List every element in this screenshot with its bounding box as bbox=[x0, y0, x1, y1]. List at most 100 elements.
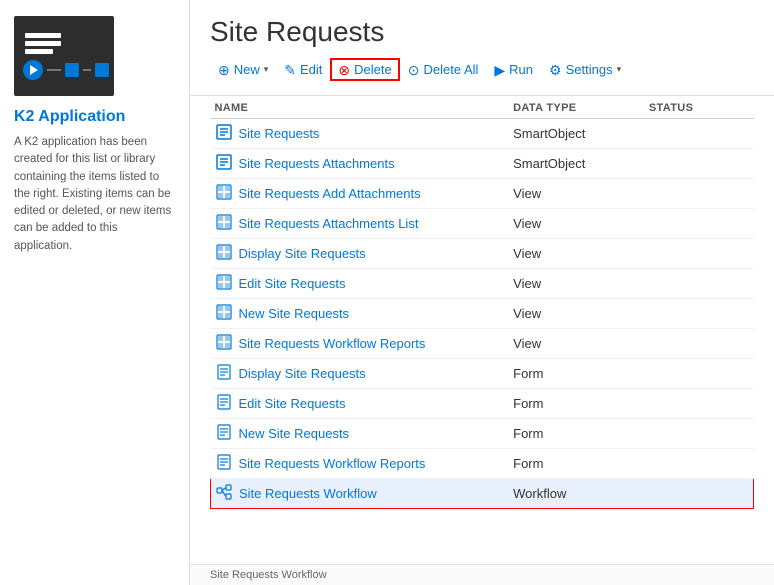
footer-text: Site Requests Workflow bbox=[210, 569, 327, 581]
table-row[interactable]: Site Requests Workflow Reports Form bbox=[211, 449, 754, 479]
table-row[interactable]: Display Site Requests View bbox=[211, 239, 754, 269]
table-cell-status bbox=[645, 239, 754, 269]
row-name-label: Display Site Requests bbox=[239, 366, 366, 381]
table-cell-type: View bbox=[509, 299, 645, 329]
row-name-label: Edit Site Requests bbox=[239, 396, 346, 411]
app-logo bbox=[14, 16, 114, 96]
delete-all-label: Delete All bbox=[423, 62, 478, 77]
new-label: New bbox=[234, 62, 260, 77]
toolbar: ⊕ New ▾ ✎ Edit ⊗ Delete ⊙ Delete All bbox=[210, 58, 754, 87]
table-row[interactable]: Edit Site Requests Form bbox=[211, 389, 754, 419]
run-label: Run bbox=[509, 62, 533, 77]
table-cell-type: SmartObject bbox=[509, 149, 645, 179]
form-icon bbox=[215, 394, 233, 413]
new-button[interactable]: ⊕ New ▾ bbox=[210, 58, 276, 81]
page-header: Site Requests ⊕ New ▾ ✎ Edit ⊗ Delete ⊙ bbox=[190, 0, 774, 96]
settings-button[interactable]: ⚙ Settings ▾ bbox=[541, 58, 629, 81]
col-header-type: DATA TYPE bbox=[509, 96, 645, 119]
edit-icon: ✎ bbox=[284, 63, 296, 77]
table-cell-status bbox=[645, 389, 754, 419]
delete-all-icon: ⊙ bbox=[408, 63, 420, 77]
table-row[interactable]: Site Requests Attachments ListView bbox=[211, 209, 754, 239]
workflow-icon bbox=[215, 484, 233, 503]
table-cell-name: New Site Requests bbox=[211, 299, 510, 329]
delete-button[interactable]: ⊗ Delete bbox=[330, 58, 399, 81]
view-icon bbox=[215, 274, 233, 293]
sidebar-description: A K2 application has been created for th… bbox=[14, 134, 175, 255]
row-name-label: Site Requests Workflow bbox=[239, 486, 377, 501]
table-cell-status bbox=[645, 329, 754, 359]
table-cell-name: Site Requests Workflow bbox=[211, 479, 510, 509]
edit-button[interactable]: ✎ Edit bbox=[276, 58, 330, 81]
table-cell-name: Site Requests bbox=[211, 119, 510, 149]
table-cell-status bbox=[645, 179, 754, 209]
table-row[interactable]: Site Requests Workflow Workflow bbox=[211, 479, 754, 509]
view-icon bbox=[215, 244, 233, 263]
table-area: NAME DATA TYPE STATUS Site RequestsSmart… bbox=[190, 96, 774, 564]
table-cell-status bbox=[645, 359, 754, 389]
settings-dropdown-arrow: ▾ bbox=[617, 64, 622, 75]
main-content: Site Requests ⊕ New ▾ ✎ Edit ⊗ Delete ⊙ bbox=[190, 0, 774, 585]
form-icon bbox=[215, 454, 233, 473]
row-name-label: Site Requests Attachments List bbox=[239, 216, 419, 231]
smartobject-icon bbox=[215, 124, 233, 143]
table-cell-type: Form bbox=[509, 419, 645, 449]
items-table: NAME DATA TYPE STATUS Site RequestsSmart… bbox=[210, 96, 754, 509]
footer: Site Requests Workflow bbox=[190, 564, 774, 585]
row-name-label: Site Requests Attachments bbox=[239, 156, 395, 171]
table-cell-name: Site Requests Workflow Reports bbox=[211, 329, 510, 359]
delete-icon: ⊗ bbox=[338, 63, 350, 77]
col-header-status: STATUS bbox=[645, 96, 754, 119]
table-cell-type: View bbox=[509, 269, 645, 299]
table-header-row: NAME DATA TYPE STATUS bbox=[211, 96, 754, 119]
view-icon bbox=[215, 304, 233, 323]
run-button[interactable]: ▶ Run bbox=[486, 58, 541, 81]
table-body: Site RequestsSmartObject Site Requests A… bbox=[211, 119, 754, 509]
table-cell-name: Site Requests Attachments bbox=[211, 149, 510, 179]
table-cell-status bbox=[645, 419, 754, 449]
sidebar: K2 Application A K2 application has been… bbox=[0, 0, 190, 585]
sidebar-app-title: K2 Application bbox=[14, 108, 175, 126]
table-cell-status bbox=[645, 269, 754, 299]
row-name-label: New Site Requests bbox=[239, 306, 350, 321]
view-icon bbox=[215, 214, 233, 233]
new-icon: ⊕ bbox=[218, 63, 230, 77]
smartobject-icon bbox=[215, 154, 233, 173]
table-cell-status bbox=[645, 299, 754, 329]
table-cell-name: Edit Site Requests bbox=[211, 269, 510, 299]
app-container: K2 Application A K2 application has been… bbox=[0, 0, 774, 585]
table-cell-status bbox=[645, 149, 754, 179]
table-cell-name: Site Requests Workflow Reports bbox=[211, 449, 510, 479]
table-cell-status bbox=[645, 449, 754, 479]
table-row[interactable]: Display Site RequestsForm bbox=[211, 359, 754, 389]
table-row[interactable]: Site Requests Add AttachmentsView bbox=[211, 179, 754, 209]
settings-icon: ⚙ bbox=[549, 63, 562, 77]
new-dropdown-arrow: ▾ bbox=[264, 64, 269, 75]
row-name-label: Site Requests Add Attachments bbox=[239, 186, 421, 201]
settings-label: Settings bbox=[566, 62, 613, 77]
row-name-label: Site Requests Workflow Reports bbox=[239, 456, 426, 471]
table-cell-name: Display Site Requests bbox=[211, 359, 510, 389]
table-cell-type: View bbox=[509, 329, 645, 359]
table-cell-type: Form bbox=[509, 449, 645, 479]
row-name-label: New Site Requests bbox=[239, 426, 350, 441]
row-name-label: Site Requests bbox=[239, 126, 320, 141]
table-row[interactable]: Edit Site RequestsView bbox=[211, 269, 754, 299]
table-cell-status bbox=[645, 479, 754, 509]
page-title: Site Requests bbox=[210, 16, 754, 48]
table-row[interactable]: Site RequestsSmartObject bbox=[211, 119, 754, 149]
run-icon: ▶ bbox=[494, 63, 505, 77]
edit-label: Edit bbox=[300, 62, 322, 77]
table-cell-type: View bbox=[509, 239, 645, 269]
row-name-label: Display Site Requests bbox=[239, 246, 366, 261]
delete-all-button[interactable]: ⊙ Delete All bbox=[400, 58, 487, 81]
table-cell-type: Form bbox=[509, 389, 645, 419]
table-row[interactable]: New Site Requests Form bbox=[211, 419, 754, 449]
delete-label: Delete bbox=[354, 62, 392, 77]
table-cell-type: Workflow bbox=[509, 479, 645, 509]
table-cell-name: Site Requests Add Attachments bbox=[211, 179, 510, 209]
table-row[interactable]: Site Requests Attachments SmartObject bbox=[211, 149, 754, 179]
table-row[interactable]: New Site Requests View bbox=[211, 299, 754, 329]
table-cell-status bbox=[645, 119, 754, 149]
table-row[interactable]: Site Requests Workflow ReportsView bbox=[211, 329, 754, 359]
